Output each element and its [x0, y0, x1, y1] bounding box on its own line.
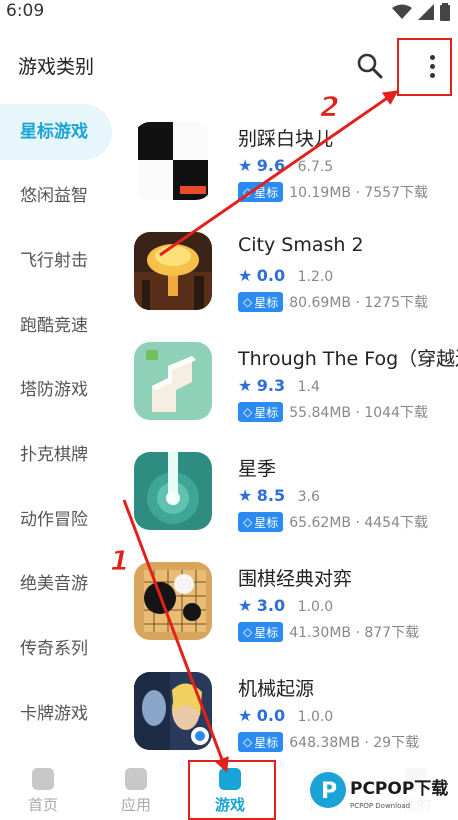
app-stats: ◇ 星标 648.38MB · 29下载 [238, 732, 419, 752]
watermark-brand: PCPOP下载 [350, 778, 448, 799]
star-icon: ★ [238, 266, 253, 285]
app-stats: ◇ 星标 41.30MB · 877下载 [238, 622, 419, 642]
category-sidebar: 星标游戏 悠闲益智 飞行射击 跑酷竞速 塔防游戏 扑克棋牌 动作冒险 绝美音游 … [0, 100, 118, 760]
list-item[interactable]: Through The Fog（穿越迷雾） ★ 9.3 1.4 ◇星标 55.8… [132, 342, 458, 442]
diamond-icon: ◇ [243, 295, 253, 309]
list-item[interactable]: 别踩白块儿 ★ 9.6 6.7.5 ◇ 星标 10.19MB · 7557下载 [132, 122, 458, 222]
app-rating: 3.0 [256, 596, 286, 615]
app-name: 星季 [238, 458, 277, 480]
sidebar-item-starred[interactable]: 星标游戏 [0, 104, 112, 160]
status-icons [392, 3, 450, 21]
diamond-icon: ◇ [243, 405, 253, 419]
app-icon-go-game [134, 562, 212, 640]
app-name: 别踩白块儿 [238, 128, 334, 150]
sidebar-item-card-games[interactable]: 卡牌游戏 [0, 686, 118, 742]
app-icon-star-season [134, 452, 212, 530]
diamond-icon: ◇ [243, 185, 253, 199]
app-icon-mech-origin [134, 672, 212, 750]
app-header: 游戏类别 [0, 40, 458, 96]
annotation-box-games [188, 760, 276, 820]
app-icon-through-the-fog [134, 342, 212, 420]
app-icon-piano-tiles [134, 122, 212, 200]
diamond-icon: ◇ [243, 735, 253, 749]
star-badge: ◇ 星标 [238, 292, 284, 312]
diamond-icon: ◇ [243, 625, 253, 639]
app-name: City Smash 2 [238, 234, 364, 256]
status-bar: 6:09 [0, 0, 458, 24]
battery-icon [440, 3, 450, 21]
watermark: P PCPOP下载 PCPOP Download [306, 764, 456, 818]
sidebar-item-tower-defense[interactable]: 塔防游戏 [0, 362, 118, 418]
app-meta: ★ 8.5 3.6 [238, 486, 320, 505]
app-rating: 0.0 [256, 266, 286, 285]
app-version: 1.0.0 [297, 599, 334, 615]
app-name: 机械起源 [238, 678, 315, 700]
sidebar-item-action[interactable]: 动作冒险 [0, 492, 118, 548]
app-rating: 9.6 [256, 156, 286, 175]
watermark-sub: PCPOP Download [350, 802, 410, 810]
search-button[interactable] [354, 50, 386, 82]
sidebar-item-legend[interactable]: 传奇系列 [0, 621, 118, 677]
star-icon: ★ [238, 596, 253, 615]
nav-home[interactable]: 首页 [3, 756, 83, 820]
star-badge: ◇ 星标 [238, 182, 284, 202]
home-icon [32, 768, 54, 790]
app-meta: ★ 0.0 1.2.0 [238, 266, 333, 285]
app-stats: ◇ 星标 55.84MB · 1044下载 [238, 402, 428, 422]
app-stats: ◇ 星标 65.62MB · 4454下载 [238, 512, 428, 532]
search-icon [357, 53, 383, 79]
page-title: 游戏类别 [18, 56, 95, 78]
sidebar-item-shooting[interactable]: 飞行射击 [0, 233, 118, 289]
star-icon: ★ [238, 156, 253, 175]
app-meta: ★ 9.3 1.4 [238, 376, 320, 395]
star-icon: ★ [238, 706, 253, 725]
nav-label: 应用 [120, 796, 151, 814]
app-version: 3.6 [297, 489, 320, 505]
app-rating: 0.0 [256, 706, 286, 725]
status-time: 6:09 [6, 1, 45, 21]
app-rating: 8.5 [256, 486, 286, 505]
diamond-icon: ◇ [243, 515, 253, 529]
app-size-downloads: 65.62MB · 4454下载 [289, 515, 428, 531]
app-version: 6.7.5 [297, 159, 334, 175]
sidebar-item-casual-puzzle[interactable]: 悠闲益智 [0, 168, 118, 224]
app-version: 1.2.0 [297, 269, 334, 285]
nav-label: 首页 [27, 796, 58, 814]
sidebar-item-music[interactable]: 绝美音游 [0, 556, 118, 612]
app-version: 1.4 [297, 379, 320, 395]
star-icon: ★ [238, 486, 253, 505]
box-icon [125, 768, 147, 790]
list-item[interactable]: 围棋经典对弈 ★ 3.0 1.0.0 ◇ 星标 41.30MB · 877下载 [132, 562, 458, 662]
app-meta: ★ 9.6 6.7.5 [238, 156, 333, 175]
signal-icon [418, 4, 434, 20]
star-badge: ◇ 星标 [238, 512, 284, 532]
app-version: 1.0.0 [297, 709, 334, 725]
app-name: 围棋经典对弈 [238, 568, 353, 590]
star-badge: ◇ 星标 [238, 732, 284, 752]
app-name: Through The Fog（穿越迷雾） [238, 348, 458, 370]
app-meta: ★ 0.0 1.0.0 [238, 706, 333, 725]
app-stats: ◇ 星标 10.19MB · 7557下载 [238, 182, 428, 202]
app-meta: ★ 3.0 1.0.0 [238, 596, 333, 615]
app-size-downloads: 10.19MB · 7557下载 [289, 185, 428, 201]
wifi-icon [392, 4, 412, 19]
list-item[interactable]: 星季 ★ 8.5 3.6 ◇ 星标 65.62MB · 4454下载 [132, 452, 458, 552]
star-badge: ◇ 星标 [238, 622, 284, 642]
app-icon-city-smash [134, 232, 212, 310]
star-icon: ★ [238, 376, 253, 395]
app-size-downloads: 55.84MB · 1044下载 [289, 405, 428, 421]
app-size-downloads: 648.38MB · 29下载 [289, 735, 420, 751]
list-item[interactable]: City Smash 2 ★ 0.0 1.2.0 ◇ 星标 80.69MB · 1… [132, 232, 458, 332]
app-stats: ◇ 星标 80.69MB · 1275下载 [238, 292, 428, 312]
star-badge: ◇ 星标 [238, 402, 284, 422]
annotation-box-more [397, 38, 452, 96]
nav-apps[interactable]: 应用 [96, 756, 176, 820]
app-size-downloads: 80.69MB · 1275下载 [289, 295, 428, 311]
app-rating: 9.3 [256, 376, 286, 395]
svg-text:P: P [321, 779, 337, 804]
sidebar-item-racing[interactable]: 跑酷竞速 [0, 298, 118, 354]
sidebar-item-cards-chess[interactable]: 扑克棋牌 [0, 427, 118, 483]
app-size-downloads: 41.30MB · 877下载 [289, 625, 420, 641]
